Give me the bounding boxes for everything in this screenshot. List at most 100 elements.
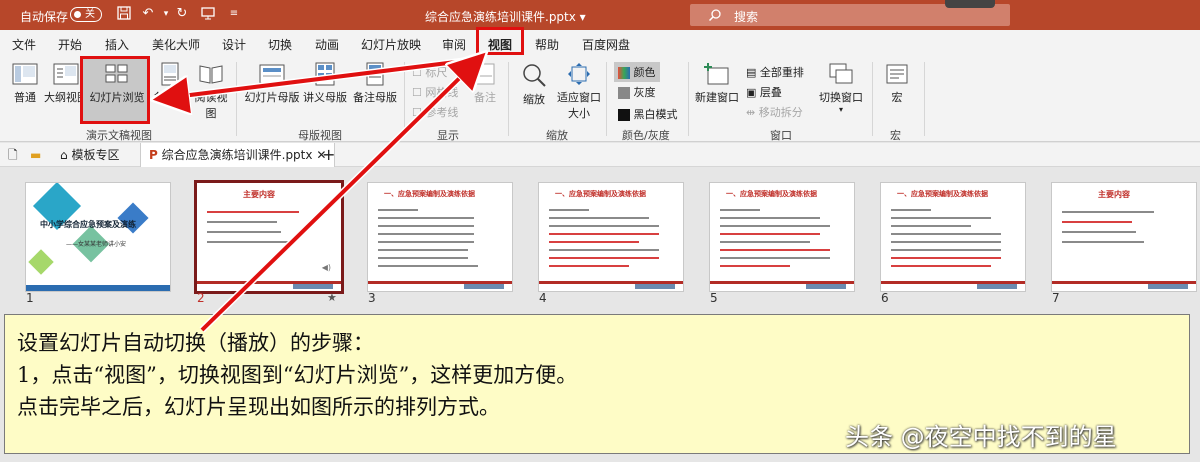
folder-icon[interactable]: ▬ xyxy=(30,143,41,167)
notes-page-icon xyxy=(161,62,179,86)
tab-beautify-master[interactable]: 美化大师 xyxy=(152,36,200,53)
document-tab-bar: 🗋 ▬ ⌂ 模板专区 P 综合应急演练培训课件.pptx ✕ + xyxy=(0,143,1200,167)
macro-group-label: 宏 xyxy=(890,129,901,142)
pptx-icon: P xyxy=(149,148,158,162)
slide-thumbnail-1[interactable]: 中小学综合应急预案及演练 ——女某某老师讲小安 xyxy=(26,183,170,291)
reading-view-icon xyxy=(199,65,223,84)
normal-view-icon xyxy=(12,63,38,85)
new-window-label: 新建窗口 xyxy=(695,91,739,104)
new-tab-button[interactable]: + xyxy=(322,143,335,167)
window-group-label: 窗口 xyxy=(770,129,792,142)
slide-number-4: 4 xyxy=(539,291,547,305)
new-window-icon xyxy=(704,63,729,85)
tab-insert[interactable]: 插入 xyxy=(105,36,129,53)
tab-slideshow[interactable]: 幻灯片放映 xyxy=(361,36,421,53)
presentation-views-group-label: 演示文稿视图 xyxy=(86,129,152,142)
tab-animations[interactable]: 动画 xyxy=(315,36,339,53)
tab-help[interactable]: 帮助 xyxy=(535,36,559,53)
notes-page-label: 备注页 xyxy=(153,91,187,104)
slide-thumbnail-7[interactable]: 主要内容 xyxy=(1052,183,1196,291)
slide-6-title: 一、应急预案编制及演练依据 xyxy=(897,190,988,198)
slide-3-title: 一、应急预案编制及演练依据 xyxy=(384,190,475,198)
account-area[interactable] xyxy=(945,0,995,8)
notes-button[interactable]: 备注 xyxy=(470,62,500,105)
slide-thumbnail-5[interactable]: 一、应急预案编制及演练依据 xyxy=(710,183,854,291)
chevron-down-icon: ▾ xyxy=(838,105,843,114)
handout-master-button[interactable]: 讲义母版 xyxy=(302,62,348,105)
cascade-button[interactable]: ▣ 层叠 xyxy=(746,84,782,100)
zoom-icon xyxy=(523,64,546,87)
slide-number-7: 7 xyxy=(1052,291,1060,305)
current-document-tab[interactable]: P 综合应急演练培训课件.pptx ✕ xyxy=(140,143,336,167)
note-line-1: 设置幻灯片自动切换（播放）的步骤： xyxy=(17,331,374,355)
slide-number-1: 1 xyxy=(26,291,34,305)
macro-button[interactable]: 宏 xyxy=(880,62,914,105)
tab-transitions[interactable]: 切换 xyxy=(268,36,292,53)
slide-sorter-button[interactable]: 幻灯片浏览 xyxy=(88,62,146,105)
tab-baidu-netdisk[interactable]: 百度网盘 xyxy=(582,36,630,53)
file-icon[interactable]: 🗋 xyxy=(8,143,18,167)
view-tab-highlight xyxy=(476,27,524,55)
notes-icon xyxy=(475,63,495,85)
redo-icon[interactable]: ↻ xyxy=(174,6,190,22)
note-line-3: 点击完毕之后，幻灯片呈现出如图所示的排列方式。 xyxy=(17,395,500,419)
handout-master-label: 讲义母版 xyxy=(303,91,347,104)
notes-master-icon xyxy=(366,62,384,86)
macro-icon xyxy=(886,64,908,84)
fit-to-window-icon xyxy=(568,63,590,85)
autosave-toggle[interactable]: 关 xyxy=(70,7,102,22)
color-button[interactable]: 颜色 xyxy=(614,62,660,82)
grayscale-icon xyxy=(618,87,630,99)
black-white-button[interactable]: 黑白模式 xyxy=(618,106,678,122)
ruler-checkbox[interactable]: ☐ 标尺 xyxy=(412,64,447,80)
undo-dropdown-icon[interactable]: ▾ xyxy=(158,6,174,22)
ribbon-tabs: 文件 开始 插入 美化大师 设计 切换 动画 幻灯片放映 审阅 视图 帮助 百度… xyxy=(0,30,1200,56)
tab-design[interactable]: 设计 xyxy=(222,36,246,53)
fit-to-window-button[interactable]: 适应窗口大小 xyxy=(556,62,602,121)
master-views-group-label: 母版视图 xyxy=(298,129,342,142)
zoom-label: 缩放 xyxy=(523,93,545,106)
slide-sorter-icon xyxy=(105,64,128,83)
undo-icon[interactable]: ↶ xyxy=(140,6,156,22)
switch-window-icon xyxy=(829,63,853,84)
note-line-2: 1，点击“视图”，切换视图到“幻灯片浏览”，这样更加方便。 xyxy=(17,363,578,387)
customize-qat-icon[interactable]: ≡ xyxy=(226,6,242,22)
grayscale-button[interactable]: 灰度 xyxy=(618,84,656,100)
search-icon xyxy=(708,9,721,22)
reading-view-button[interactable]: 阅读视图 xyxy=(190,62,232,121)
document-title[interactable]: 综合应急演练培训课件.pptx ▾ xyxy=(425,8,586,25)
normal-view-button[interactable]: 普通 xyxy=(8,62,42,105)
show-group-label: 显示 xyxy=(437,129,459,142)
ribbon-view: 普通 大纲视图 幻灯片浏览 备注页 阅读视图 演示文稿视图 幻灯片母版 讲义母版 xyxy=(0,56,1200,142)
slide-thumbnail-4[interactable]: 一、应急预案编制及演练依据 xyxy=(539,183,683,291)
slideshow-start-icon[interactable] xyxy=(200,6,216,22)
notes-page-button[interactable]: 备注页 xyxy=(150,62,190,105)
search-placeholder: 搜索 xyxy=(734,10,759,24)
tab-review[interactable]: 审阅 xyxy=(442,36,466,53)
slide-number-2: 2 xyxy=(197,291,205,305)
template-zone-tab[interactable]: ⌂ 模板专区 xyxy=(60,143,119,167)
slide-1-subtitle: ——女某某老师讲小安 xyxy=(66,241,127,248)
switch-window-label: 切换窗口 xyxy=(819,91,863,104)
arrange-all-button[interactable]: ▤ 全部重排 xyxy=(746,64,804,80)
autosave-label: 自动保存 xyxy=(20,10,69,24)
slide-master-label: 幻灯片母版 xyxy=(244,91,300,104)
slide-thumbnail-2[interactable]: 主要内容 ◀) xyxy=(197,183,341,291)
zoom-button[interactable]: 缩放 xyxy=(516,62,552,107)
slide-master-button[interactable]: 幻灯片母版 xyxy=(244,62,300,105)
slide-thumbnail-3[interactable]: 一、应急预案编制及演练依据 xyxy=(368,183,512,291)
switch-window-button[interactable]: 切换窗口 ▾ xyxy=(816,62,866,114)
tab-file[interactable]: 文件 xyxy=(12,36,36,53)
notes-master-button[interactable]: 备注母版 xyxy=(350,62,400,105)
slide-master-icon xyxy=(259,64,285,84)
home-icon: ⌂ xyxy=(60,148,68,162)
slide-2-title: 主要内容 xyxy=(243,190,275,199)
save-icon[interactable] xyxy=(116,6,132,22)
new-window-button[interactable]: 新建窗口 xyxy=(694,62,740,105)
tab-home[interactable]: 开始 xyxy=(58,36,82,53)
move-split-button[interactable]: ⇹ 移动拆分 xyxy=(746,104,803,120)
gridlines-checkbox[interactable]: ☐ 网格线 xyxy=(412,84,458,100)
guides-checkbox[interactable]: ☐ 参考线 xyxy=(412,104,458,120)
notes-master-label: 备注母版 xyxy=(353,91,397,104)
slide-thumbnail-6[interactable]: 一、应急预案编制及演练依据 xyxy=(881,183,1025,291)
